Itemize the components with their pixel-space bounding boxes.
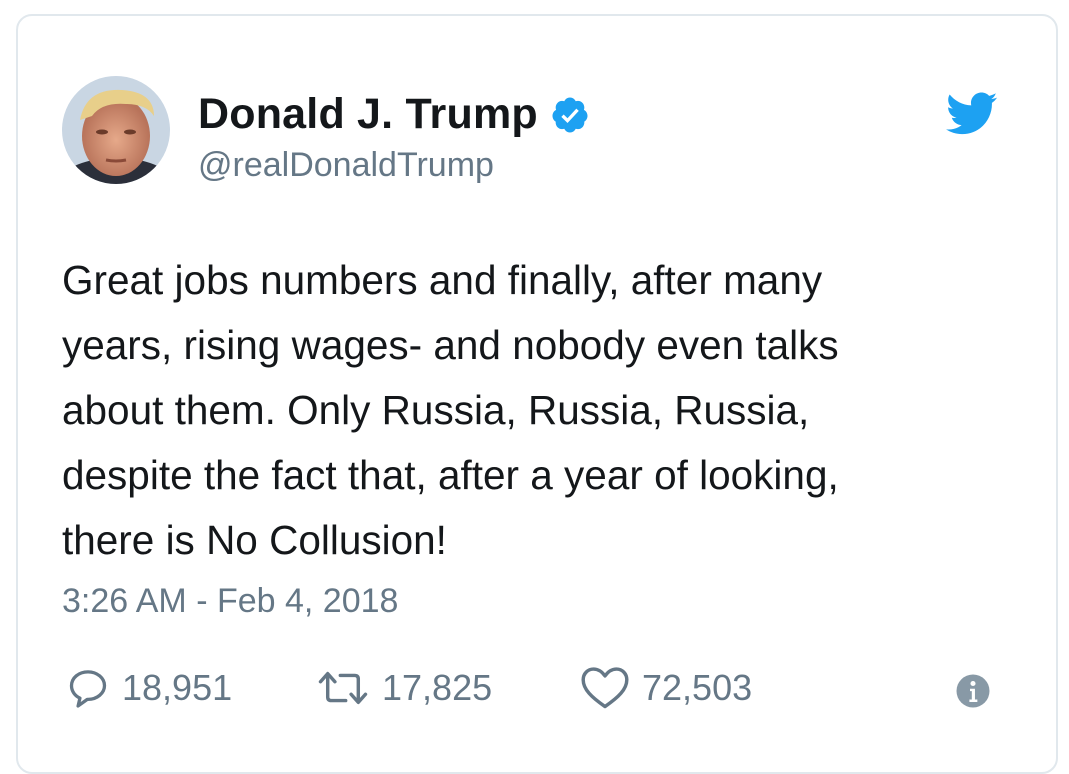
- verified-badge-icon: [550, 95, 590, 135]
- retweet-button[interactable]: 17,825: [316, 666, 492, 710]
- tweet-text-line: there is No Collusion!: [62, 517, 447, 563]
- retweet-count: 17,825: [382, 667, 493, 708]
- reply-icon: [69, 670, 107, 708]
- tweet-text-line: years, rising wages- and nobody even tal…: [62, 322, 839, 368]
- tweet-timestamp[interactable]: 3:26 AM - Feb 4, 2018: [62, 582, 398, 621]
- reply-button[interactable]: 18,951: [66, 666, 232, 710]
- author-name-row[interactable]: Donald J. Trump: [198, 90, 590, 139]
- tweet-text: Great jobs numbers and finally, after ma…: [62, 248, 1022, 573]
- tweet-text-line: despite the fact that, after a year of l…: [62, 452, 839, 498]
- author-display-name[interactable]: Donald J. Trump: [198, 90, 538, 139]
- avatar[interactable]: [62, 76, 170, 184]
- author-handle[interactable]: @realDonaldTrump: [198, 146, 494, 185]
- tweet-text-line: about them. Only Russia, Russia, Russia,: [62, 387, 810, 433]
- like-button[interactable]: 72,503: [580, 666, 752, 710]
- twitter-bird-icon[interactable]: [946, 92, 998, 136]
- reply-count: 18,951: [122, 667, 233, 708]
- like-count: 72,503: [642, 667, 753, 708]
- tweet-text-line: Great jobs numbers and finally, after ma…: [62, 257, 823, 303]
- info-icon[interactable]: [955, 673, 991, 709]
- tweet-card: Donald J. Trump @realDonaldTrump Great j…: [16, 14, 1058, 774]
- retweet-icon: [318, 671, 368, 705]
- heart-icon: [581, 667, 629, 709]
